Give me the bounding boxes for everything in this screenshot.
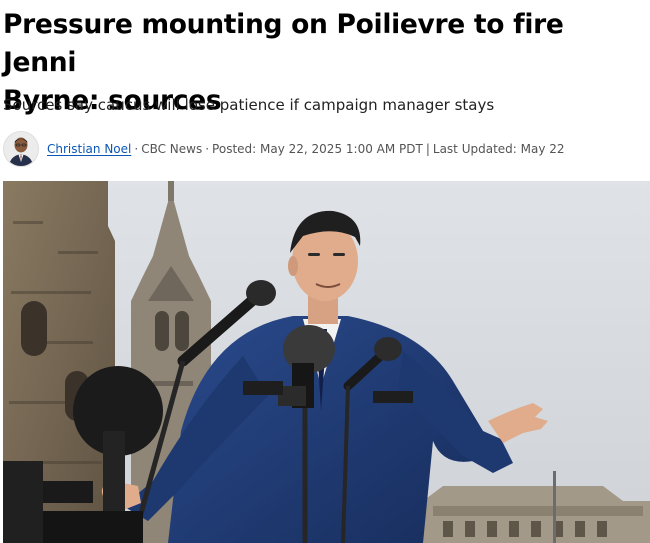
byline-separator-1: ·	[134, 142, 139, 156]
article-deck: Sources say caucus will lose patience if…	[3, 96, 495, 114]
lead-photo-image	[3, 181, 650, 543]
headline-line-1: Pressure mounting on Poilievre to fire J…	[3, 9, 564, 78]
lead-photo[interactable]	[3, 181, 650, 543]
article-page: Pressure mounting on Poilievre to fire J…	[0, 0, 650, 543]
byline-separator-2: ·	[205, 142, 210, 156]
author-link[interactable]: Christian Noel	[47, 142, 131, 156]
outlet-name: CBC News	[141, 142, 203, 156]
byline-divider: |	[425, 142, 430, 156]
byline: Christian Noel · CBC News · Posted: May …	[3, 129, 565, 169]
avatar-portrait	[4, 132, 38, 166]
posted-timestamp: Posted: May 22, 2025 1:00 AM PDT	[212, 142, 423, 156]
author-avatar[interactable]	[3, 131, 39, 167]
updated-timestamp: Last Updated: May 22	[432, 142, 565, 156]
